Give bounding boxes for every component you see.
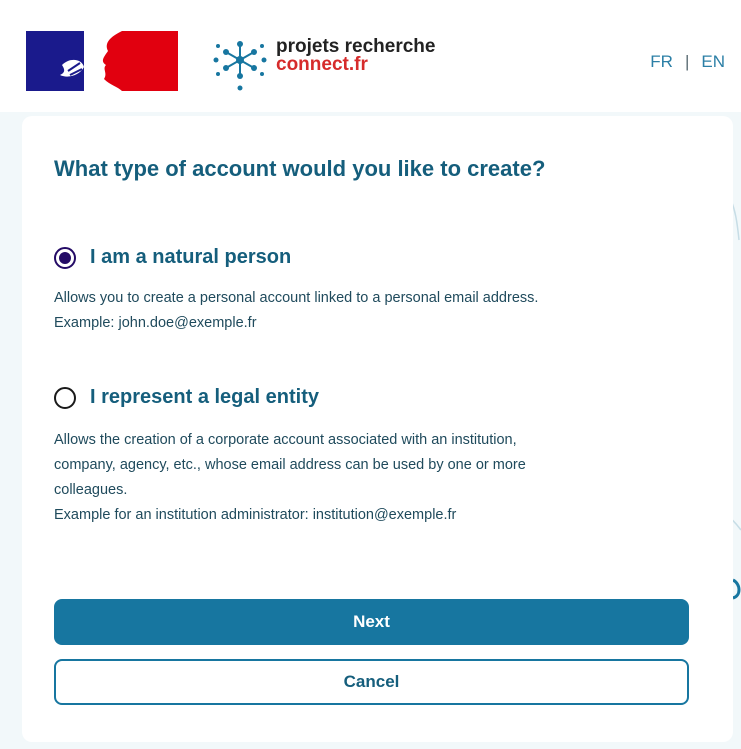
description-line: Example for an institution administrator… <box>54 507 457 523</box>
snowflake-network-icon <box>213 41 267 91</box>
cancel-button[interactable]: Cancel <box>54 659 689 705</box>
language-switcher: FR | EN <box>650 52 725 72</box>
header: projets recherche connect.fr FR | EN <box>0 0 741 112</box>
radio-legal-entity[interactable] <box>54 386 76 409</box>
option-natural-person[interactable]: I am a natural person <box>54 246 291 269</box>
description-line: Example: john.doe@exemple.fr <box>54 315 257 331</box>
radio-natural-person[interactable] <box>54 246 76 269</box>
description-line: colleagues. <box>54 482 128 498</box>
next-button[interactable]: Next <box>54 599 689 645</box>
option-label-natural-person: I am a natural person <box>90 246 292 268</box>
projets-recherche-connect-logo[interactable]: projets recherche connect.fr <box>212 36 472 96</box>
option-description-natural-person: Allows you to create a personal account … <box>54 286 694 336</box>
lang-separator: | <box>684 52 690 71</box>
description-line: Allows the creation of a corporate accou… <box>54 432 517 448</box>
option-legal-entity[interactable]: I represent a legal entity <box>54 386 319 409</box>
logo-text-connect: connect.fr <box>276 54 368 75</box>
account-type-card: What type of account would you like to c… <box>22 116 733 742</box>
description-line: Allows you to create a personal account … <box>54 290 539 306</box>
description-line: company, agency, etc., whose email addre… <box>54 457 526 473</box>
option-description-legal-entity: Allows the creation of a corporate accou… <box>54 428 694 528</box>
marianne-logo <box>26 31 178 91</box>
option-label-legal-entity: I represent a legal entity <box>90 386 319 408</box>
lang-en-link[interactable]: EN <box>701 52 725 71</box>
lang-fr-link[interactable]: FR <box>650 52 673 71</box>
page-title: What type of account would you like to c… <box>54 156 546 181</box>
